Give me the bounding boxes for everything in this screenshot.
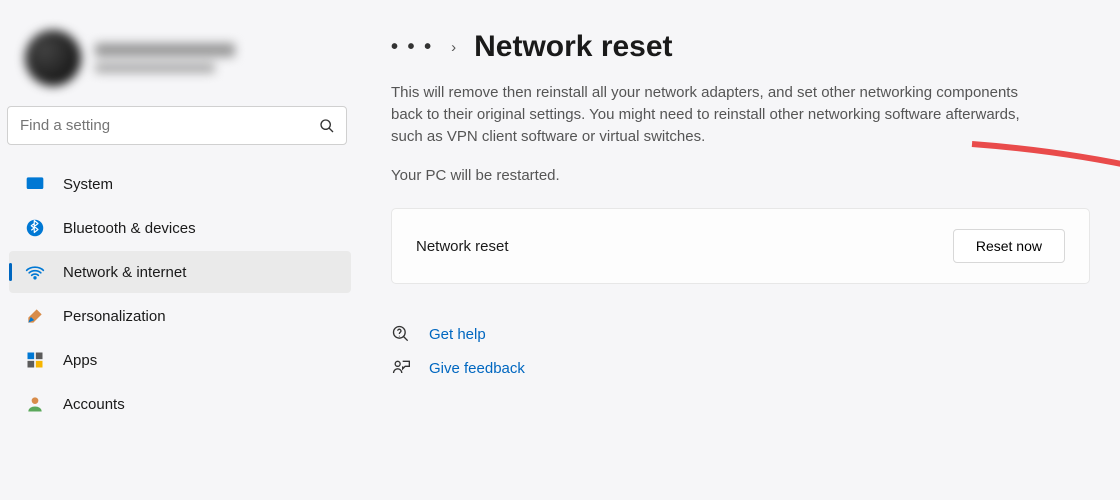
sidebar-item-personalization[interactable]: Personalization bbox=[9, 295, 351, 337]
get-help-link[interactable]: Get help bbox=[391, 324, 1090, 344]
get-help-label: Get help bbox=[429, 326, 486, 343]
sidebar-item-label: Personalization bbox=[63, 308, 166, 325]
brush-icon bbox=[25, 306, 45, 326]
search-icon bbox=[319, 118, 335, 134]
feedback-icon bbox=[391, 358, 411, 378]
bluetooth-icon bbox=[25, 218, 45, 238]
give-feedback-label: Give feedback bbox=[429, 360, 525, 377]
profile-email bbox=[95, 63, 215, 73]
sidebar-item-label: Accounts bbox=[63, 396, 125, 413]
sidebar-item-system[interactable]: System bbox=[9, 163, 351, 205]
breadcrumb-ellipsis[interactable]: • • • bbox=[391, 36, 433, 59]
sidebar-item-accounts[interactable]: Accounts bbox=[9, 383, 351, 425]
help-icon bbox=[391, 324, 411, 344]
chevron-right-icon: › bbox=[451, 39, 456, 56]
sidebar-item-label: Bluetooth & devices bbox=[63, 220, 196, 237]
user-profile[interactable] bbox=[5, 20, 355, 106]
description-text: This will remove then reinstall all your… bbox=[391, 82, 1051, 147]
sidebar-item-label: Network & internet bbox=[63, 264, 186, 281]
restart-note: Your PC will be restarted. bbox=[391, 167, 1090, 184]
reset-card: Network reset Reset now bbox=[391, 208, 1090, 284]
give-feedback-link[interactable]: Give feedback bbox=[391, 358, 1090, 378]
search-input[interactable] bbox=[7, 106, 347, 145]
sidebar-item-apps[interactable]: Apps bbox=[9, 339, 351, 381]
wifi-icon bbox=[25, 262, 45, 282]
person-icon bbox=[25, 394, 45, 414]
apps-icon bbox=[25, 350, 45, 370]
breadcrumb: • • • › Network reset bbox=[391, 30, 1090, 64]
card-label: Network reset bbox=[416, 238, 509, 255]
sidebar-item-label: System bbox=[63, 176, 113, 193]
sidebar-item-network[interactable]: Network & internet bbox=[9, 251, 351, 293]
profile-name bbox=[95, 43, 235, 57]
sidebar-nav: System Bluetooth & devices Network & int… bbox=[5, 163, 355, 425]
system-icon bbox=[25, 174, 45, 194]
page-title: Network reset bbox=[474, 30, 672, 64]
avatar bbox=[25, 30, 81, 86]
sidebar-item-label: Apps bbox=[63, 352, 97, 369]
reset-now-button[interactable]: Reset now bbox=[953, 229, 1065, 263]
sidebar-item-bluetooth[interactable]: Bluetooth & devices bbox=[9, 207, 351, 249]
